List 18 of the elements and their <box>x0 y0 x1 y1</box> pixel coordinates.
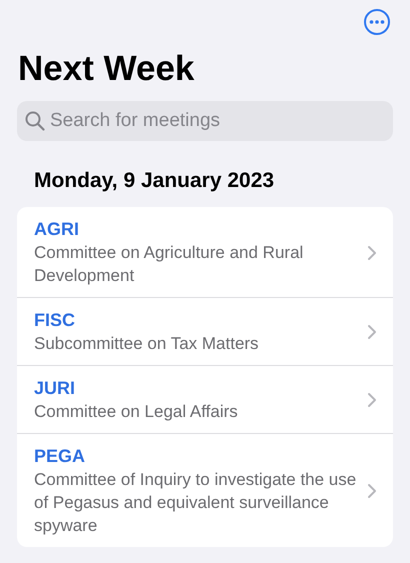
meeting-code[interactable]: FISC <box>34 309 367 332</box>
page-title: Next Week <box>18 48 196 90</box>
meeting-name: Committee of Inquiry to investigate the use of Pegasus and equivalent surveillance spyware <box>34 469 358 537</box>
meeting-name: Subcommittee on Tax Matters <box>34 333 260 355</box>
chevron-icon[interactable] <box>367 392 377 408</box>
search-field[interactable]: Search for meetings <box>17 101 393 141</box>
chevron-icon[interactable] <box>367 324 377 340</box>
meeting-code[interactable]: PEGA <box>34 445 367 468</box>
date-header: Monday, 9 January 2023 <box>34 168 276 194</box>
meeting-name: Committee on Legal Affairs <box>34 401 239 423</box>
search-icon <box>25 111 45 131</box>
more-button[interactable] <box>363 8 391 36</box>
meeting-name: Committee on Agriculture and Rural Development <box>34 242 304 287</box>
ellipsis-icon <box>363 8 391 36</box>
chevron-icon[interactable] <box>367 244 377 260</box>
chevron-icon[interactable] <box>367 483 377 499</box>
meeting-code[interactable]: AGRI <box>34 218 367 241</box>
meeting-code[interactable]: JURI <box>34 377 367 400</box>
